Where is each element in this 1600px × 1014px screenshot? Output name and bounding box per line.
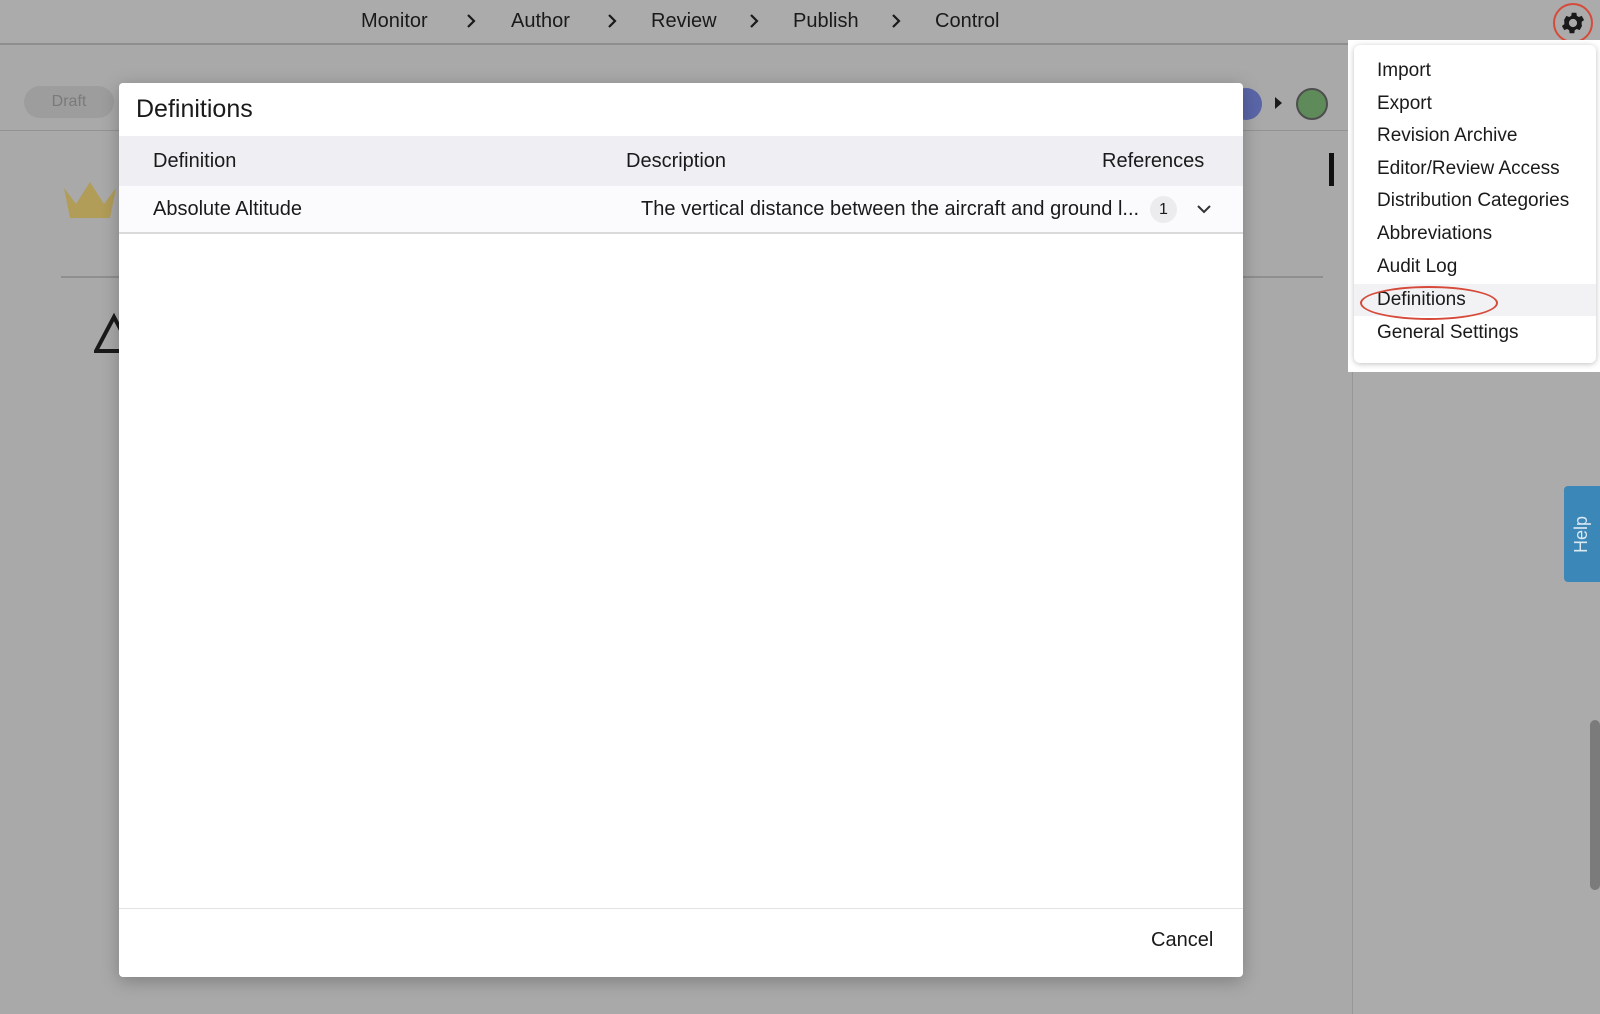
scrollbar-thumb[interactable] (1590, 720, 1600, 890)
column-header-definition[interactable]: Definition (153, 150, 236, 173)
nav-step-publish[interactable]: Publish (793, 10, 859, 33)
menu-item-general-settings[interactable]: General Settings (1354, 317, 1596, 349)
definition-term: Absolute Altitude (153, 198, 302, 220)
workflow-nav: Monitor Author Review Publish Control (0, 0, 1600, 45)
settings-menu: Import Export Revision Archive Editor/Re… (1354, 45, 1596, 363)
menu-item-audit-log[interactable]: Audit Log (1354, 251, 1596, 283)
arrow-right-icon (1275, 97, 1282, 109)
menu-item-definitions[interactable]: Definitions (1354, 284, 1596, 316)
nav-step-control[interactable]: Control (935, 10, 999, 33)
chevron-right-icon (467, 14, 476, 28)
menu-item-export[interactable]: Export (1354, 88, 1596, 120)
crown-icon (64, 182, 116, 218)
nav-step-review[interactable]: Review (651, 10, 717, 33)
dialog-title: Definitions (136, 95, 253, 123)
menu-item-distribution-categories[interactable]: Distribution Categories (1354, 185, 1596, 217)
settings-button[interactable] (1553, 3, 1593, 43)
help-tab-label: Help (1571, 515, 1592, 553)
menu-item-import[interactable]: Import (1354, 55, 1596, 87)
cancel-button[interactable]: Cancel (1151, 929, 1213, 952)
stage-indicator-green (1296, 88, 1328, 120)
divider (119, 908, 1243, 909)
definitions-dialog: Definitions Definition Description Refer… (119, 83, 1243, 977)
menu-item-revision-archive[interactable]: Revision Archive (1354, 120, 1596, 152)
references-count-badge: 1 (1150, 196, 1177, 223)
chevron-right-icon (892, 14, 901, 28)
menu-item-editor-review-access[interactable]: Editor/Review Access (1354, 153, 1596, 185)
nav-step-author[interactable]: Author (511, 10, 570, 33)
text-cursor-bar (1329, 153, 1334, 186)
column-header-references[interactable]: References (1102, 150, 1204, 173)
table-row[interactable]: Absolute Altitude The vertical distance … (119, 186, 1243, 234)
nav-step-monitor[interactable]: Monitor (361, 10, 428, 33)
help-tab[interactable]: Help (1564, 486, 1600, 582)
chevron-down-icon[interactable] (1195, 200, 1213, 218)
definition-description: The vertical distance between the aircra… (641, 198, 1140, 220)
chevron-right-icon (750, 14, 759, 28)
menu-item-abbreviations[interactable]: Abbreviations (1354, 218, 1596, 250)
table-header: Definition Description References (119, 136, 1243, 186)
chevron-right-icon (608, 14, 617, 28)
status-badge: Draft (24, 86, 114, 118)
gear-icon (1561, 12, 1585, 34)
column-header-description[interactable]: Description (626, 150, 726, 173)
